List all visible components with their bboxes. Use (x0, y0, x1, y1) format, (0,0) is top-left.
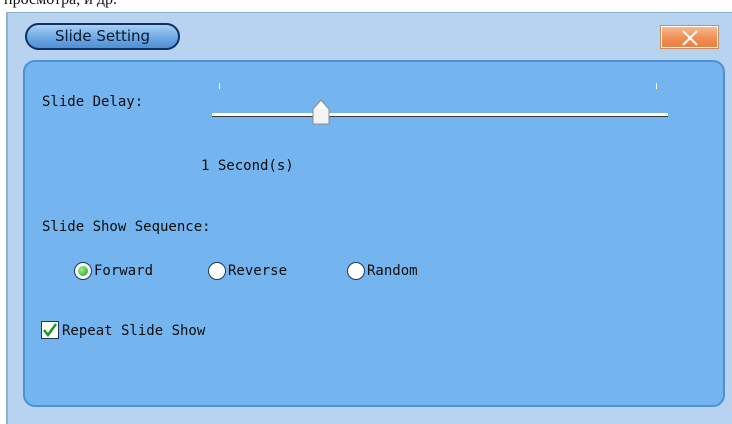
slide-delay-value: 1 Second(s) (201, 158, 294, 174)
slider-thumb[interactable] (312, 99, 330, 125)
radio-selected-dot (78, 266, 88, 276)
dialog-title: Slide Setting (54, 27, 151, 45)
slide-delay-label: Slide Delay: (42, 94, 144, 110)
radio-forward[interactable] (74, 262, 92, 280)
radio-random-label: Random (367, 263, 418, 279)
close-x-icon (682, 30, 698, 46)
background-page-strip: просмотра, и др. (0, 0, 732, 12)
radio-reverse-label: Reverse (228, 263, 288, 279)
radio-forward-label: Forward (94, 263, 154, 279)
slider-track[interactable] (212, 113, 668, 117)
sequence-label: Slide Show Sequence: (42, 219, 211, 235)
slider-tick-max (656, 83, 657, 89)
settings-panel: Slide Delay: 1 Second(s) Slide Show Sequ… (23, 60, 725, 407)
checkmark-icon (43, 323, 57, 337)
close-button[interactable] (661, 26, 718, 48)
dialog-title-pill: Slide Setting (25, 23, 180, 50)
background-page-text: просмотра, и др. (4, 0, 117, 9)
radio-reverse[interactable] (208, 262, 226, 280)
repeat-checkbox[interactable] (41, 321, 59, 339)
radio-random[interactable] (347, 262, 365, 280)
slide-setting-dialog: Slide Setting Slide Delay: 1 Second(s) S… (6, 12, 732, 424)
slider-tick-min (219, 83, 220, 89)
repeat-label: Repeat Slide Show (62, 323, 206, 339)
